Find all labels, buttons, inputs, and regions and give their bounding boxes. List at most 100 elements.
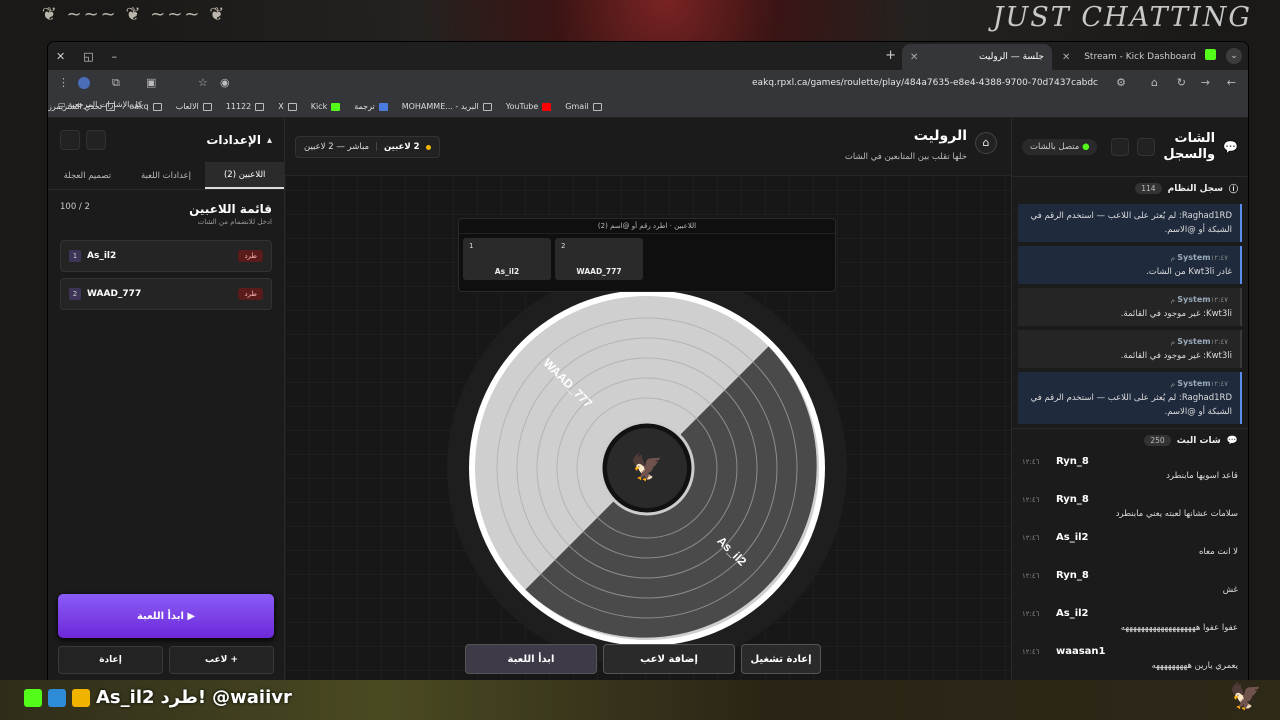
player-number: 2 xyxy=(69,288,81,300)
bookmark-folder[interactable]: 11122 xyxy=(226,102,265,111)
url-field[interactable]: eakq.rpxl.ca/games/roulette/play/484a763… xyxy=(752,78,1098,88)
profile-avatar[interactable] xyxy=(78,77,90,89)
overlay-command: طرد! xyxy=(160,687,207,708)
eye-icon[interactable]: ◉ xyxy=(220,76,230,89)
settings-panel: ▴ الإعدادات اللاعبين (2) إعدادات اللعبة … xyxy=(48,118,285,688)
player-row: 1 As_il2 طرد xyxy=(60,240,272,272)
add-player-button[interactable]: + لاعب xyxy=(169,646,274,674)
close-tab-icon[interactable]: ✕ xyxy=(910,52,918,63)
player-row: 2 WAAD_777 طرد xyxy=(60,278,272,310)
close-tab-icon[interactable]: ✕ xyxy=(1062,52,1070,63)
tab-players[interactable]: اللاعبين (2) xyxy=(205,162,284,189)
panel-layout-icon[interactable] xyxy=(60,130,80,150)
extensions-icon[interactable]: ⧉ xyxy=(112,76,120,90)
close-window-icon[interactable]: ✕ xyxy=(56,50,65,63)
kick-icon xyxy=(24,688,42,707)
panel-layout-icon[interactable] xyxy=(1111,138,1130,156)
tab-kick-dashboard[interactable]: Stream - Kick Dashboard ✕ xyxy=(1054,44,1204,70)
home-icon[interactable]: ⌂ xyxy=(1151,76,1158,89)
bookmark-kick[interactable]: Kick xyxy=(311,102,341,111)
restore-window-icon[interactable]: ◱ xyxy=(83,50,93,63)
share-icon xyxy=(48,688,66,707)
stream-brand-logo: JUST CHATTING xyxy=(992,2,1252,33)
tab-roulette[interactable]: جلسة — الروليت ✕ xyxy=(902,44,1052,70)
site-settings-icon[interactable]: ⚙ xyxy=(1116,76,1126,89)
bookmark-translate[interactable]: ترجمة xyxy=(354,102,388,111)
player-picker: اللاعبين · اطرد رقم أو @اسم (2) 1 As_il2 … xyxy=(458,218,836,292)
kick-player-button[interactable]: طرد xyxy=(238,288,263,300)
browser-window: ✕ ◱ – + جلسة — الروليت ✕ Stream - Kick Da… xyxy=(48,42,1248,688)
roulette-wheel[interactable]: 🦅 WAAD_777 As_il2 xyxy=(445,266,849,670)
crown-icon xyxy=(72,688,90,707)
add-player-button-center[interactable]: إضافة لاعب xyxy=(603,644,735,674)
bookmark-star-icon[interactable]: ☆ xyxy=(198,76,208,89)
window-controls: ✕ ◱ – xyxy=(48,50,117,63)
tab-bar: ✕ ◱ – + جلسة — الروليت ✕ Stream - Kick Da… xyxy=(48,42,1248,70)
reload-icon[interactable]: ↻ xyxy=(1177,76,1186,89)
system-message: System١٢:٤٧ م غادر Kwt3li من الشات. xyxy=(1018,246,1242,284)
chat-message: ١٢:٤٦ Ryn_8 غش xyxy=(1022,570,1238,595)
stream-chat-header[interactable]: 💬 شات البث 250 xyxy=(1012,428,1248,452)
syslog-header[interactable]: ⓘ سجل النظام 114 xyxy=(1012,176,1248,200)
live-dot-icon xyxy=(425,144,431,150)
home-icon[interactable]: ⌂ xyxy=(975,132,997,154)
settings-title: الإعدادات xyxy=(206,133,261,147)
bookmark-youtube[interactable]: YouTube xyxy=(506,102,552,111)
menu-icon[interactable]: ⋮ xyxy=(58,76,69,89)
all-bookmarks[interactable]: كل الإشارات المرجعية ▭ xyxy=(58,100,142,109)
restart-button[interactable]: إعادة تشغيل xyxy=(741,644,821,674)
eagle-corner-icon: 🦅 xyxy=(1229,682,1263,712)
forward-icon[interactable]: → xyxy=(1201,76,1210,89)
bookmark-x[interactable]: X xyxy=(278,102,297,111)
kick-tab-icon[interactable] xyxy=(1205,49,1216,60)
info-icon: ⓘ xyxy=(1228,185,1238,195)
overlay-user: As_il2 xyxy=(96,687,155,708)
page-subtitle: خلها تقلب بين المتابعين في الشات xyxy=(844,152,967,162)
settings-collapse-icon[interactable]: ▴ xyxy=(267,135,272,146)
system-message: Raghad1RD: لم يُعثر على اللاعب — استخدم … xyxy=(1018,204,1242,242)
stream-alert-overlay: As_il2 طرد! @waiivr xyxy=(24,687,292,708)
players-capacity: 2 / 100 xyxy=(60,202,90,212)
system-message: System١٢:٤٧ م Kwt3li: غير موجود في القائم… xyxy=(1018,330,1242,368)
chat-bubble-icon: 💬 xyxy=(1223,140,1238,154)
tab-search-icon[interactable]: ⌄ xyxy=(1226,48,1242,64)
roulette-stage: ⌂ الروليت خلها تقلب بين المتابعين في الش… xyxy=(285,118,1011,688)
back-icon[interactable]: ← xyxy=(1227,76,1236,89)
panel-toggle-icon[interactable] xyxy=(86,130,106,150)
bookmark-gmail[interactable]: Gmail xyxy=(565,102,602,111)
player-name: WAAD_777 xyxy=(87,289,142,299)
tab-label: جلسة — الروليت xyxy=(979,52,1044,62)
address-bar: ⋮ ⧉ ▣ ☆ ◉ eakq.rpxl.ca/games/roulette/pl… xyxy=(48,70,1248,96)
chat-panel-title: الشات والسجل xyxy=(1163,131,1216,162)
system-message: System١٢:٤٧ م Kwt3li: غير موجود في القائم… xyxy=(1018,288,1242,326)
bookmark-mail[interactable]: البريد - ...MOHAMME xyxy=(402,102,492,111)
minimize-window-icon[interactable]: – xyxy=(112,50,118,63)
syslog-count: 114 xyxy=(1135,183,1162,194)
kick-player-button[interactable]: طرد xyxy=(238,250,263,262)
chat-message: ١٢:٤٦ Ryn_8 سلامات عشانها لعبته يعني مابنط… xyxy=(1022,494,1238,519)
system-log: Raghad1RD: لم يُعثر على اللاعب — استخدم … xyxy=(1012,200,1248,428)
players-hint: ادخل للانضمام من الشات xyxy=(197,218,272,226)
new-tab-icon[interactable]: + xyxy=(885,48,896,63)
picker-card[interactable]: 1 As_il2 xyxy=(463,238,551,280)
chat-count: 250 xyxy=(1144,435,1171,446)
tab-game-settings[interactable]: إعدادات اللعبة xyxy=(127,162,206,189)
chat-messages: ١٢:٤٦ Ryn_8 قاعد اسويها مابنطرد ١٢:٤٦ Ryn_8… xyxy=(1012,452,1248,688)
start-game-button[interactable]: ▶ ابدأ اللعبة xyxy=(58,594,274,638)
picker-card[interactable]: 2 WAAD_777 xyxy=(555,238,643,280)
panel-toggle-icon[interactable] xyxy=(1137,138,1156,156)
puzzle-icon[interactable]: ▣ xyxy=(146,76,156,89)
start-game-button-center[interactable]: ابدأ اللعبة xyxy=(465,644,597,674)
live-status-badge: 2 لاعبين | مباشر — 2 لاعبين xyxy=(295,136,440,158)
ornament-decoration: ❦ ~~~ ❦ ~~~ ❦ xyxy=(41,4,227,25)
system-message: System١٢:٤٧ م Raghad1RD: لم يُعثر على الل… xyxy=(1018,372,1242,424)
reset-button[interactable]: إعادة xyxy=(58,646,163,674)
chat-message: ١٢:٤٦ As_il2 عفوا عفوا ههههههههههههههههههه… xyxy=(1022,608,1238,633)
chat-message: ١٢:٤٦ Ryn_8 قاعد اسويها مابنطرد xyxy=(1022,456,1238,481)
bookmark-folder[interactable]: الالعاب xyxy=(176,102,212,111)
bookmarks-bar: Gmail YouTube البريد - ...MOHAMME ترجمة … xyxy=(48,96,1248,118)
chat-connection-badge: ● متصل بالشات xyxy=(1022,139,1098,155)
chat-panel: 💬 الشات والسجل ● متصل بالشات ⓘ سجل النظام… xyxy=(1011,118,1248,688)
tab-wheel-design[interactable]: تصميم العجلة xyxy=(48,162,127,189)
chat-message: ١٢:٤٦ waasan1 يعمري يارين هههههههههه xyxy=(1022,646,1238,671)
